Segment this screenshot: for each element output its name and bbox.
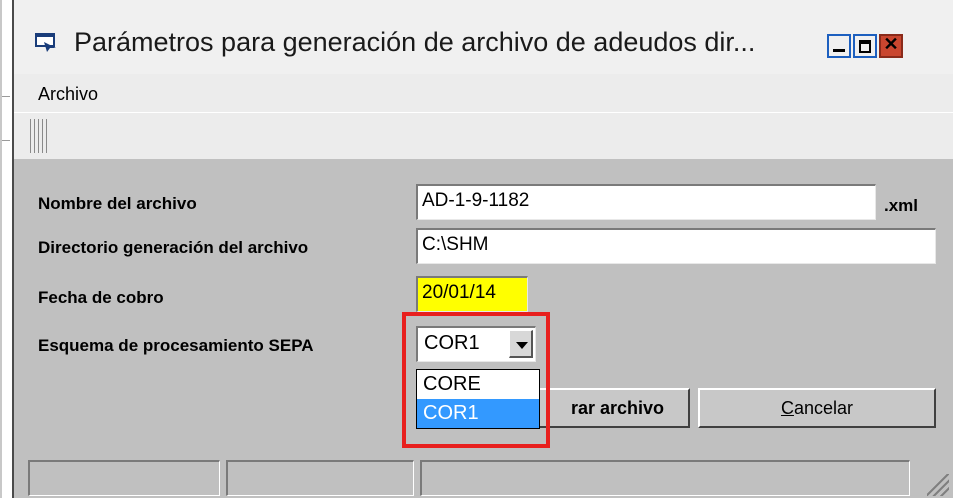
background-edge [0,0,2,498]
resize-grip-icon[interactable] [927,474,949,496]
generar-archivo-label: rar archivo [571,398,665,418]
window-app-icon[interactable] [34,32,60,52]
cancel-label: ancelar [793,398,854,418]
close-icon: ✕ [883,34,899,54]
fecha-input[interactable]: 20/01/14 [416,276,528,312]
toolbar [14,112,953,159]
esquema-label: Esquema de procesamiento SEPA [38,336,314,355]
close-button[interactable]: ✕ [879,34,903,58]
menu-bar: Archivo [14,74,953,113]
cancel-accelerator: C [780,398,794,418]
directorio-label: Directorio generación del archivo [38,238,309,257]
background-desktop [0,0,12,498]
status-panel [420,460,910,496]
status-bar [14,456,953,498]
nombre-label: Nombre del archivo [38,194,197,213]
title-bar[interactable]: Parámetros para generación de archivo de… [14,0,953,74]
minimize-button[interactable] [827,34,851,58]
directorio-input[interactable]: C:\SHM [416,228,936,264]
highlight-annotation-box [402,312,550,448]
menu-item-archivo[interactable]: Archivo [38,84,98,105]
fecha-label: Fecha de cobro [38,288,164,307]
nombre-input[interactable]: AD-1-9-1182 [416,184,876,220]
status-panel [28,460,220,496]
toolbar-grip-icon[interactable] [30,119,48,153]
cancel-button[interactable]: Cancelar [698,388,936,428]
window-title: Parámetros para generación de archivo de… [74,27,756,57]
extension-label: .xml [884,196,919,215]
status-panel [226,460,414,496]
maximize-button[interactable] [853,34,877,58]
